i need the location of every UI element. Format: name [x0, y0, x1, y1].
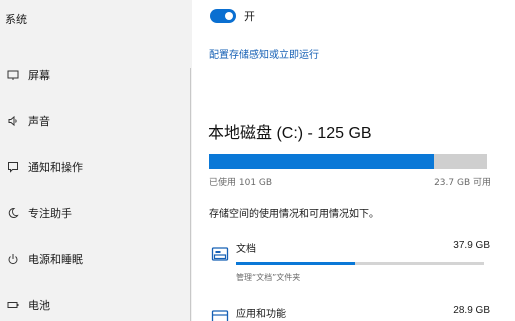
category-size: 28.9 GB: [453, 305, 490, 316]
sidebar-item-power-sleep[interactable]: 电源和睡眠: [0, 244, 190, 274]
sidebar-item-focus-assist[interactable]: 专注助手: [0, 198, 190, 228]
drive-usage-fill: [209, 154, 435, 169]
sidebar-item-notifications[interactable]: 通知和操作: [0, 152, 190, 182]
drive-free-label: 23.7 GB 可用: [434, 178, 491, 188]
category-name: 应用和功能: [236, 309, 286, 320]
drive-title: 本地磁盘 (C:) - 125 GB: [208, 125, 372, 142]
category-usage-bar: [236, 262, 484, 265]
moon-icon: [6, 206, 20, 220]
monitor-icon: [6, 68, 20, 82]
battery-icon: [6, 298, 20, 312]
notification-icon: [6, 160, 20, 174]
drive-used-label: 已使用 101 GB: [209, 178, 273, 188]
power-icon: [6, 252, 20, 266]
sidebar-divider: [190, 68, 191, 321]
sidebar-item-label: 专注助手: [28, 207, 72, 220]
storage-panel: 开 配置存储感知或立即运行 本地磁盘 (C:) - 125 GB 已使用 101…: [192, 0, 515, 321]
toggle-state-label: 开: [244, 10, 255, 23]
category-size: 37.9 GB: [453, 240, 490, 251]
apps-icon: [211, 309, 229, 321]
sidebar-item-label: 电池: [28, 299, 50, 312]
storage-description: 存储空间的使用情况和可用情况如下。: [209, 209, 379, 220]
sidebar-item-label: 声音: [28, 115, 50, 128]
speaker-icon: [6, 114, 20, 128]
sidebar-item-display[interactable]: 屏幕: [0, 60, 190, 90]
documents-icon: [211, 245, 229, 263]
storage-sense-toggle[interactable]: [210, 9, 236, 23]
sidebar-item-label: 通知和操作: [28, 161, 83, 174]
category-name: 文档: [236, 244, 256, 255]
sidebar-item-battery[interactable]: 电池: [0, 290, 190, 320]
sidebar-item-label: 屏幕: [28, 69, 50, 82]
sidebar-item-label: 电源和睡眠: [28, 253, 83, 266]
sidebar-title: 系统: [5, 13, 27, 26]
configure-storage-sense-link[interactable]: 配置存储感知或立即运行: [209, 46, 319, 61]
sidebar: 系统 屏幕 声音 通知和操作 专注助手 电源和睡眠 电池: [0, 0, 192, 321]
toggle-knob: [225, 12, 233, 20]
settings-window: 系统 屏幕 声音 通知和操作 专注助手 电源和睡眠 电池 开 配置存储感知或立即…: [0, 0, 515, 321]
category-subtitle: 管理“文档”文件夹: [236, 273, 301, 282]
sidebar-item-sound[interactable]: 声音: [0, 106, 190, 136]
drive-usage-bar: [209, 154, 487, 169]
category-usage-fill: [236, 262, 356, 265]
